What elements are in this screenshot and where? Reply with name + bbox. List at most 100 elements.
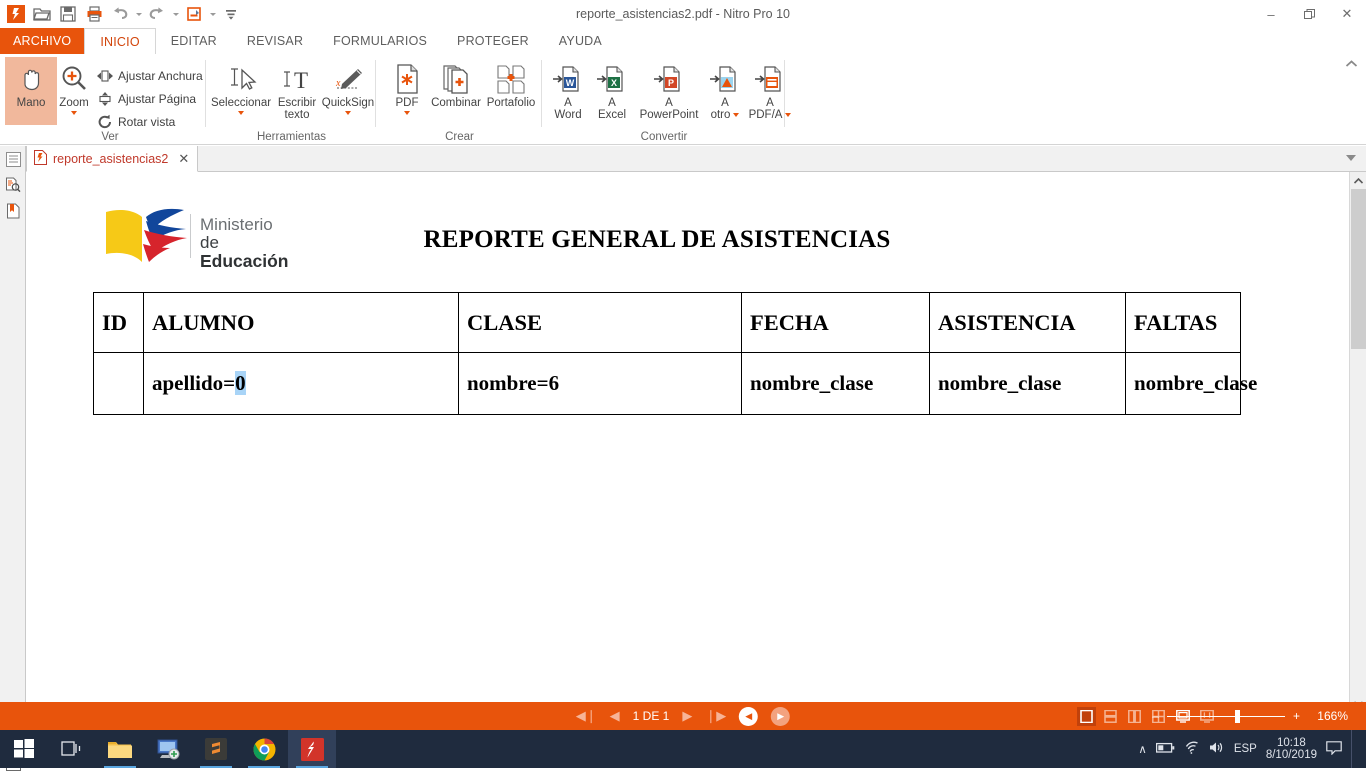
ribbon-tab-formularios[interactable]: FORMULARIOS xyxy=(318,28,442,54)
scroll-up-arrow-icon[interactable] xyxy=(1350,172,1366,189)
zoom-level-label[interactable]: 166% xyxy=(1308,709,1348,723)
minimize-button[interactable]: – xyxy=(1252,0,1290,28)
zoom-dropdown-icon[interactable] xyxy=(71,111,77,115)
file-explorer-icon[interactable] xyxy=(96,730,144,768)
redo-dropdown-icon[interactable] xyxy=(171,2,180,26)
remote-desktop-icon[interactable] xyxy=(144,730,192,768)
pdf-page[interactable]: Ministerio de Educación REPORTE GENERAL … xyxy=(27,172,1349,712)
selected-text[interactable]: 0 xyxy=(235,371,246,395)
zoom-out-button[interactable]: – xyxy=(1152,709,1159,723)
cell-asistencia[interactable]: nombre_clase xyxy=(930,353,1126,415)
prev-page-button[interactable]: ◀ xyxy=(610,708,620,724)
close-button[interactable]: ✕ xyxy=(1328,0,1366,28)
print-icon[interactable] xyxy=(82,2,106,26)
zoom-slider[interactable] xyxy=(1167,716,1285,717)
zoom-slider-knob[interactable] xyxy=(1235,710,1240,723)
ajustar-anchura-button[interactable]: Ajustar Anchura xyxy=(96,65,203,86)
show-desktop-button[interactable] xyxy=(1351,730,1360,768)
battery-icon[interactable] xyxy=(1156,742,1175,757)
vertical-scrollbar[interactable] xyxy=(1349,172,1366,712)
a-pdfa-button[interactable]: A PDF/A xyxy=(746,57,794,125)
logo-divider xyxy=(190,214,191,258)
pdf-button[interactable]: PDF xyxy=(385,57,429,125)
action-center-icon[interactable] xyxy=(1326,741,1342,758)
scrollbar-thumb[interactable] xyxy=(1351,189,1366,349)
cell-clase[interactable]: nombre=6 xyxy=(459,353,742,415)
nitro-logo-icon[interactable] xyxy=(4,2,28,26)
windows-taskbar: ∧ ESP 10:18 8/10/2019 xyxy=(0,730,1366,768)
save-icon[interactable] xyxy=(56,2,80,26)
quick-properties-dropdown-icon[interactable] xyxy=(208,2,217,26)
ribbon-group-crear: PDF Combinar Portafolio Crear xyxy=(377,54,542,145)
ribbon-group-herramientas: Seleccionar T Escribir texto x QuickSign… xyxy=(207,54,376,145)
document-tab-close-icon[interactable]: ✕ xyxy=(178,151,189,167)
table-header-row: ID ALUMNO CLASE FECHA ASISTENCIA FALTAS xyxy=(94,293,1241,353)
table-row[interactable]: apellido=0 nombre=6 nombre_clase nombre_… xyxy=(94,353,1241,415)
undo-icon[interactable] xyxy=(108,2,132,26)
redo-icon[interactable] xyxy=(145,2,169,26)
ajustar-pagina-button[interactable]: Ajustar Página xyxy=(96,88,196,109)
volume-icon[interactable] xyxy=(1209,741,1225,757)
seleccionar-dropdown-icon[interactable] xyxy=(238,111,244,115)
otro-dropdown-icon[interactable] xyxy=(733,113,739,117)
next-view-button[interactable]: ▶ xyxy=(771,707,790,726)
clock[interactable]: 10:18 8/10/2019 xyxy=(1266,737,1317,761)
portafolio-button[interactable]: Portafolio xyxy=(482,57,540,125)
ribbon-tab-inicio[interactable]: INICIO xyxy=(84,28,155,54)
view-two-up-button[interactable] xyxy=(1125,707,1144,726)
ribbon-group-convertir: W A Word X A Excel P A PowerPoint A otr xyxy=(543,54,785,145)
google-chrome-icon[interactable] xyxy=(240,730,288,768)
rotar-vista-button[interactable]: Rotar vista xyxy=(96,111,175,132)
zoom-button[interactable]: Zoom xyxy=(48,57,100,125)
ribbon-collapse-icon[interactable] xyxy=(1345,60,1358,71)
first-page-button[interactable]: ◀❘ xyxy=(576,708,597,724)
ribbon-tab-archivo[interactable]: ARCHIVO xyxy=(0,28,84,54)
page-indicator[interactable]: 1 DE 1 xyxy=(633,709,670,723)
start-button-icon[interactable] xyxy=(0,730,48,768)
previous-view-button[interactable]: ◀ xyxy=(739,707,758,726)
cell-faltas[interactable]: nombre_clase xyxy=(1126,353,1241,415)
document-tab-reporte-asistencias2[interactable]: reporte_asistencias2 ✕ xyxy=(26,146,198,172)
a-word-button[interactable]: W A Word xyxy=(545,57,591,125)
combinar-button[interactable]: Combinar xyxy=(428,57,484,125)
quicksign-dropdown-icon[interactable] xyxy=(345,111,351,115)
seleccionar-button[interactable]: Seleccionar xyxy=(210,57,272,125)
sublime-text-icon[interactable] xyxy=(192,730,240,768)
cell-fecha[interactable]: nombre_clase xyxy=(742,353,930,415)
cell-alumno[interactable]: apellido=0 xyxy=(144,353,459,415)
report-table[interactable]: ID ALUMNO CLASE FECHA ASISTENCIA FALTAS … xyxy=(93,292,1241,415)
last-page-button[interactable]: ❘▶ xyxy=(705,708,726,724)
panel-toggle-icon[interactable] xyxy=(0,146,26,172)
view-single-page-button[interactable] xyxy=(1077,707,1096,726)
undo-dropdown-icon[interactable] xyxy=(134,2,143,26)
quicksign-button[interactable]: x QuickSign xyxy=(321,57,375,125)
document-viewport[interactable]: Ministerio de Educación REPORTE GENERAL … xyxy=(27,172,1349,712)
show-hidden-icons-button[interactable]: ∧ xyxy=(1138,742,1146,756)
next-page-button[interactable]: ▶ xyxy=(682,708,692,724)
ribbon-tab-revisar[interactable]: REVISAR xyxy=(232,28,318,54)
customize-qat-icon[interactable] xyxy=(219,2,243,26)
nitro-pro-icon[interactable] xyxy=(288,730,336,768)
pdfa-dropdown-icon[interactable] xyxy=(785,113,791,117)
a-powerpoint-button[interactable]: P A PowerPoint xyxy=(633,57,705,125)
type-text-icon: T xyxy=(271,61,323,97)
quick-properties-icon[interactable] xyxy=(182,2,206,26)
page-thumbnails-search-icon[interactable] xyxy=(0,172,26,198)
task-view-icon[interactable] xyxy=(48,730,96,768)
open-icon[interactable] xyxy=(30,2,54,26)
ribbon-tab-ayuda[interactable]: AYUDA xyxy=(544,28,617,54)
language-indicator[interactable]: ESP xyxy=(1234,743,1257,755)
wifi-icon[interactable] xyxy=(1184,741,1200,757)
a-excel-button[interactable]: X A Excel xyxy=(590,57,634,125)
ribbon-tab-proteger[interactable]: PROTEGER xyxy=(442,28,544,54)
ribbon-tab-editar[interactable]: EDITAR xyxy=(156,28,232,54)
view-continuous-button[interactable] xyxy=(1101,707,1120,726)
escribir-texto-button[interactable]: T Escribir texto xyxy=(271,57,323,125)
cell-id[interactable] xyxy=(94,353,144,415)
restore-button[interactable] xyxy=(1290,0,1328,28)
pdf-dropdown-icon[interactable] xyxy=(404,111,410,115)
document-tabs-dropdown-icon[interactable] xyxy=(1346,155,1356,161)
a-otro-button[interactable]: A otro xyxy=(703,57,747,125)
bookmarks-icon[interactable] xyxy=(0,198,26,224)
zoom-in-button[interactable]: + xyxy=(1293,709,1300,723)
